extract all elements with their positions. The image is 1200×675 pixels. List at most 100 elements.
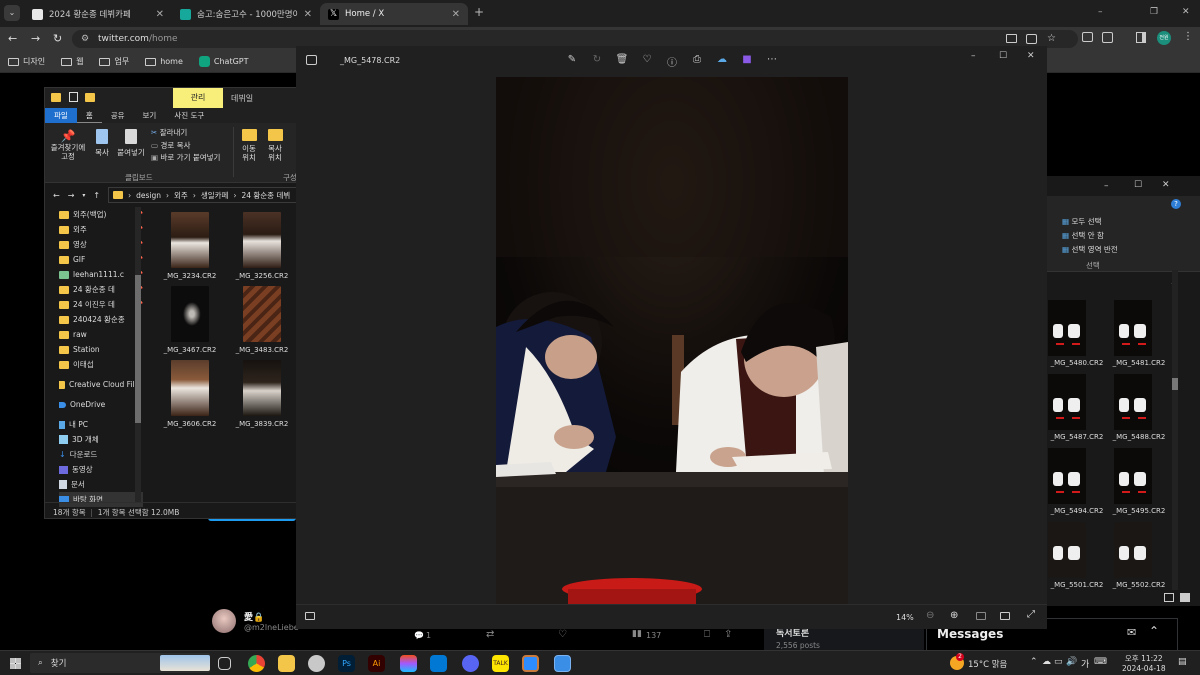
file-item[interactable]: _MG_3483.CR2 <box>231 286 293 354</box>
delete-icon[interactable]: 🗑 <box>614 54 630 69</box>
edit-icon[interactable]: ✎ <box>564 54 580 69</box>
breadcrumb-item[interactable]: 외주 <box>174 190 188 201</box>
volume-icon[interactable]: 🔊 <box>1066 657 1077 667</box>
window-close-button[interactable]: ✕ <box>1027 51 1035 61</box>
nav-item-creative-cloud[interactable]: Creative Cloud Fil <box>59 377 143 392</box>
ime-indicator[interactable]: 가 <box>1081 657 1089 670</box>
menu-kebab-icon[interactable]: ⋮ <box>1183 31 1193 42</box>
onedrive-icon[interactable]: ☁ <box>714 54 730 69</box>
window-restore-button[interactable]: ❐ <box>1150 7 1158 17</box>
invert-selection-button[interactable]: ▦ 선택 영역 반전 <box>1062 243 1118 257</box>
file-item[interactable]: _MG_5495.CR2 <box>1108 448 1170 515</box>
kakaotalk-icon[interactable]: TALK <box>492 655 509 672</box>
reply-icon[interactable]: 💬 <box>414 631 424 640</box>
nav-item[interactable]: raw <box>59 327 143 342</box>
new-tab-button[interactable]: + <box>474 5 484 19</box>
side-panel-icon[interactable] <box>1136 32 1146 43</box>
bookmark-star-icon[interactable]: ☆ <box>1047 30 1056 48</box>
browser-tab[interactable]: 숨고:숨은고수 - 1000만명이 선 ✕ <box>172 3 320 25</box>
ribbon-tab-photo-tools[interactable]: 사진 도구 <box>165 108 213 123</box>
taskbar-search[interactable]: ⌕ 찾기 <box>30 653 210 673</box>
new-message-icon[interactable]: ✉ <box>1127 626 1136 639</box>
rotate-icon[interactable]: ↻ <box>589 54 605 69</box>
more-options-icon[interactable]: ⋯ <box>764 54 780 69</box>
nav-scrollbar-thumb[interactable] <box>135 275 141 423</box>
breadcrumb-item[interactable]: 24 황순종 데뷔 <box>241 190 290 201</box>
window-minimize-button[interactable]: – <box>1104 181 1109 191</box>
discord-icon[interactable] <box>462 655 479 672</box>
ribbon-tab-file[interactable]: 파일 <box>45 108 77 123</box>
file-item[interactable]: _MG_3839.CR2 <box>231 360 293 428</box>
tab-close-icon[interactable]: ✕ <box>452 9 460 20</box>
bookmark-folder-work[interactable]: 업무 <box>99 56 129 67</box>
nav-item[interactable]: GIF📌 <box>59 252 143 267</box>
ribbon-tab-home[interactable]: 홈 <box>76 108 102 123</box>
copy-path-button[interactable]: ▭ 경로 복사 <box>151 140 220 153</box>
window-maximize-button[interactable]: ☐ <box>999 51 1007 61</box>
tab-close-icon[interactable]: ✕ <box>304 9 312 20</box>
file-item[interactable]: _MG_3234.CR2 <box>159 212 221 280</box>
file-item[interactable]: _MG_3467.CR2 <box>159 286 221 354</box>
views-icon[interactable]: ▮▮ <box>632 629 642 639</box>
file-item[interactable]: _MG_5502.CR2 <box>1108 522 1170 589</box>
input-mode-icon[interactable]: ⌨ <box>1094 657 1107 667</box>
photoshop-icon[interactable]: Ps <box>338 655 355 672</box>
nav-item-onedrive[interactable]: OneDrive <box>59 397 143 412</box>
bookmark-folder-web[interactable]: 웹 <box>61 56 83 67</box>
discord-like-icon[interactable] <box>308 655 325 672</box>
nav-item-documents[interactable]: 문서 <box>59 477 143 492</box>
nav-item[interactable]: 외주📌 <box>59 222 143 237</box>
file-item[interactable]: _MG_5501.CR2 <box>1046 522 1108 589</box>
breadcrumb-item[interactable]: 생일카페 <box>201 190 229 201</box>
expand-chevron-icon[interactable]: ⌃ <box>1149 624 1159 638</box>
extensions-icon[interactable] <box>1102 32 1113 43</box>
properties-icon[interactable] <box>69 92 78 102</box>
window-close-button[interactable]: ✕ <box>1162 180 1170 190</box>
move-to-button[interactable]: 이동 위치 <box>239 129 259 162</box>
breadcrumb-item[interactable]: design <box>136 191 161 200</box>
ribbon-tab-view[interactable]: 보기 <box>134 108 166 123</box>
tray-overflow-icon[interactable]: ⌃ <box>1030 657 1038 667</box>
nav-item[interactable]: 24 황순종 데📌 <box>59 282 143 297</box>
nav-item[interactable]: 영상📌 <box>59 237 143 252</box>
fit-window-icon[interactable] <box>976 612 986 620</box>
window-close-button[interactable]: ✕ <box>1182 7 1190 17</box>
onedrive-tray-icon[interactable]: ☁ <box>1042 657 1051 667</box>
network-icon[interactable]: ▭ <box>1054 657 1063 667</box>
recent-chevron-icon[interactable]: ▾ <box>82 192 85 199</box>
profile-avatar[interactable]: 전원 <box>1157 31 1171 45</box>
copy-to-button[interactable]: 복사 위치 <box>265 129 285 162</box>
actual-size-icon[interactable] <box>1000 612 1010 620</box>
forward-arrow-icon[interactable]: → <box>68 191 75 200</box>
back-arrow-icon[interactable]: ← <box>53 191 60 200</box>
install-app-icon[interactable] <box>1006 34 1017 43</box>
file-item[interactable]: _MG_3256.CR2 <box>231 212 293 280</box>
user-avatar[interactable] <box>212 609 236 633</box>
copy-button[interactable]: 복사 <box>93 129 111 158</box>
file-explorer-icon[interactable] <box>278 655 295 672</box>
illustrator-icon[interactable]: Ai <box>368 655 385 672</box>
bookmark-icon[interactable]: ⎕ <box>704 629 710 640</box>
filmstrip-icon[interactable] <box>305 612 315 620</box>
file-scrollbar[interactable] <box>1172 270 1178 590</box>
translate-icon[interactable] <box>1026 34 1037 44</box>
fullscreen-icon[interactable]: ⤢ <box>1027 609 1035 620</box>
back-arrow-icon[interactable]: ← <box>8 32 17 45</box>
zoom-in-icon[interactable]: ⊕ <box>950 610 958 621</box>
vscode-icon[interactable] <box>430 655 447 672</box>
window-minimize-button[interactable]: – <box>1098 7 1103 17</box>
tab-manage[interactable]: 관리 <box>173 88 223 108</box>
nav-item[interactable]: Station <box>59 342 143 357</box>
nav-item-videos[interactable]: 동영상 <box>59 462 143 477</box>
forward-arrow-icon[interactable]: → <box>31 32 40 45</box>
file-item[interactable]: _MG_5488.CR2 <box>1108 374 1170 441</box>
photos-app-icon[interactable] <box>554 655 571 672</box>
select-all-button[interactable]: ▦ 모두 선택 <box>1062 215 1118 229</box>
nav-scrollbar[interactable] <box>135 207 141 502</box>
clock[interactable]: 오후 11:22 2024-04-18 <box>1122 653 1166 673</box>
window-minimize-button[interactable]: – <box>971 51 976 61</box>
zoom-app-icon[interactable] <box>522 655 539 672</box>
retweet-icon[interactable]: ⇄ <box>486 629 494 640</box>
screenshot-icon[interactable] <box>1082 32 1093 42</box>
file-item[interactable]: _MG_5481.CR2 <box>1108 300 1170 367</box>
